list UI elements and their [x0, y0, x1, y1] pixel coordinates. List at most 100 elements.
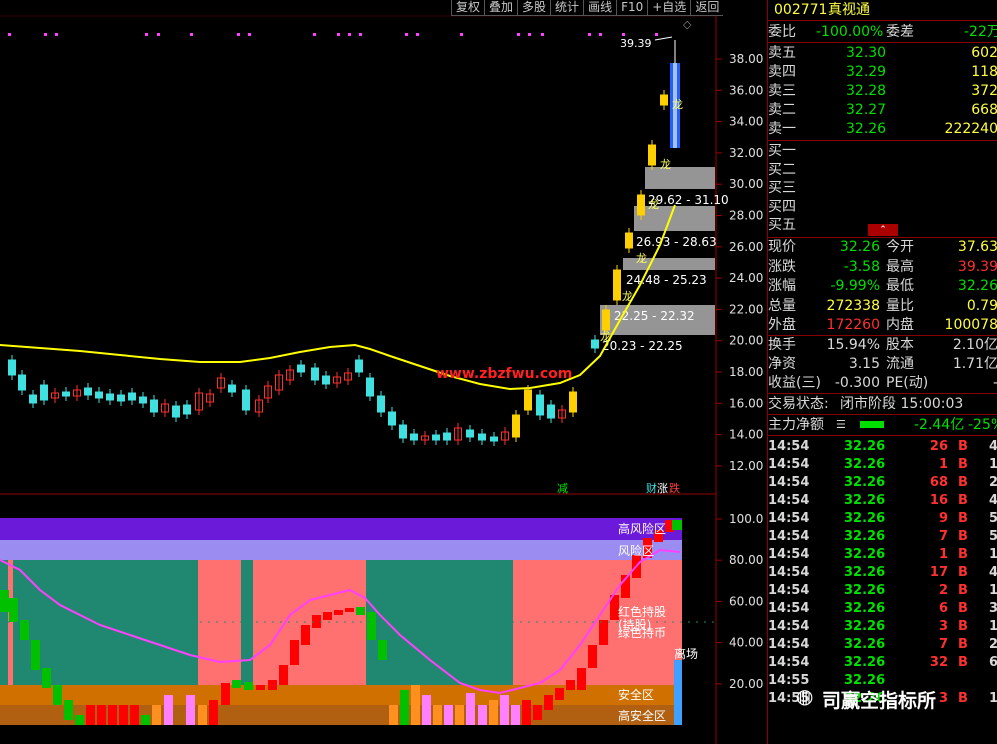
- stat-row: 涨幅 -9.99% 最低 32.26: [768, 277, 997, 295]
- tick-volume: 1: [938, 457, 948, 472]
- tick-row: 14:54 32.26 2 B 1: [768, 582, 997, 600]
- toolbar-item[interactable]: 画线: [583, 0, 617, 16]
- candle-body: [106, 393, 114, 401]
- tick-row: 14:54 32.26 32 B 6: [768, 654, 997, 672]
- kline-chart[interactable]: 38.00 36.00 34.00 32.00 30.00 28.00 26.00 24.00…: [0, 0, 767, 744]
- toolbar-item[interactable]: 多股: [517, 0, 551, 16]
- tick-row: 14:54 32.26 3 B 1: [768, 618, 997, 636]
- ask-price: 32.27: [846, 102, 887, 118]
- risk-bar: [232, 680, 241, 688]
- risk-bar: [511, 705, 520, 725]
- main-net-bar: [860, 421, 884, 428]
- tick-count: 4: [988, 439, 997, 454]
- stat-label: 涨跌: [768, 258, 796, 275]
- y-tick-label: 38.00: [729, 52, 763, 66]
- tick-time: 14:54: [768, 637, 810, 652]
- y-tick-label: 26.00: [729, 240, 763, 254]
- ask-volume: 372: [971, 83, 997, 99]
- bid-row[interactable]: 买三: [768, 179, 997, 197]
- ask-volume: 602: [971, 45, 997, 61]
- candle-body: [228, 384, 236, 393]
- candle-body: [377, 395, 385, 413]
- risk-bar: [290, 640, 299, 665]
- stat-value: -9.99%: [830, 278, 880, 294]
- tick-volume: 7: [938, 529, 948, 544]
- quote-panel: 002771 真视通 委比 -100.00% 委差 -22万 卖五 32.30 …: [767, 0, 997, 744]
- risk-bar: [400, 690, 409, 725]
- candlesticks: [8, 90, 668, 446]
- candle-body: [117, 394, 125, 402]
- tick-time: 14:54: [768, 511, 810, 526]
- candle-body: [478, 433, 486, 441]
- expand-icon[interactable]: ⌃: [868, 224, 898, 236]
- stat-value: 2.10亿: [952, 337, 997, 353]
- tick-time: 14:54: [768, 565, 810, 580]
- sub-y-tick-label: 60.00: [729, 594, 763, 608]
- risk-bar: [119, 705, 128, 725]
- risk-bar: [566, 680, 575, 690]
- candle-body: [322, 375, 330, 385]
- stat-label: 量比: [886, 297, 914, 314]
- ask-label: 卖五: [768, 45, 796, 61]
- ask-row[interactable]: 卖一 32.26 222240: [768, 120, 997, 138]
- toolbar-item[interactable]: F10: [616, 0, 648, 16]
- ask-row[interactable]: 卖四 32.29 118: [768, 63, 997, 81]
- candle-body: [40, 384, 48, 401]
- zone-label: 26.93 - 28.63: [636, 235, 717, 249]
- tick-side: B: [958, 637, 968, 652]
- toolbar-item[interactable]: 叠加: [484, 0, 518, 16]
- candle-body: [172, 405, 180, 418]
- tick-count: 4: [988, 493, 997, 508]
- risk-bar: [367, 612, 376, 640]
- bid-row[interactable]: 买二: [768, 161, 997, 179]
- tick-side: B: [958, 439, 968, 454]
- risk-bar: [301, 625, 310, 645]
- bid-row[interactable]: 买一: [768, 142, 997, 160]
- toolbar-item[interactable]: 返回: [690, 0, 724, 16]
- zone-label: 29.62 - 31.10: [648, 193, 729, 207]
- stat-row: 净资 3.15 流通 1.71亿: [768, 355, 997, 373]
- risk-bar: [42, 668, 51, 688]
- toolbar-item[interactable]: 复权: [451, 0, 485, 16]
- tick-time: 14:54: [768, 439, 810, 454]
- toolbar-item[interactable]: +自选: [647, 0, 691, 16]
- risk-bar: [478, 705, 487, 725]
- ask-row[interactable]: 卖二 32.27 668: [768, 101, 997, 119]
- ask-row[interactable]: 卖五 32.30 602: [768, 44, 997, 62]
- bid-row[interactable]: 买四: [768, 198, 997, 216]
- risk-bar: [544, 695, 553, 710]
- mark-finance: 财: [646, 481, 657, 495]
- stat-value: 1.71亿: [952, 356, 997, 372]
- tick-side: B: [958, 493, 968, 508]
- ask-volume: 222240: [944, 121, 997, 137]
- risk-bar: [244, 682, 253, 690]
- ask-label: 卖三: [768, 83, 796, 99]
- risk-bar: [221, 683, 230, 705]
- ask-row[interactable]: 卖三 32.28 372: [768, 82, 997, 100]
- stat-value: -3.58: [843, 258, 880, 275]
- toolbar-item[interactable]: 统计: [550, 0, 584, 16]
- list-icon[interactable]: ☰: [836, 416, 846, 434]
- candle-body: [490, 436, 498, 442]
- tick-time: 14:54: [768, 457, 810, 472]
- risk-bar: [31, 640, 40, 670]
- stat-row: 外盘 172260 内盘 100078: [768, 316, 997, 334]
- risk-bar: [9, 598, 18, 622]
- tick-row: 14:54 32.26 26 B 4: [768, 438, 997, 456]
- candle-body: [591, 339, 599, 349]
- tick-count: 1: [988, 583, 997, 598]
- y-tick-label: 18.00: [729, 365, 763, 379]
- candle-body: [648, 144, 656, 166]
- risk-bar: [500, 695, 509, 725]
- bid-label: 买五: [768, 217, 796, 233]
- candle-body: [355, 359, 363, 373]
- risk-bar: [268, 680, 277, 690]
- stat-row: 总量 272338 量比 0.79: [768, 297, 997, 315]
- committee-diff-label: 委差: [886, 24, 914, 40]
- risk-bar: [433, 705, 442, 725]
- tick-side: B: [958, 619, 968, 634]
- risk-bar: [599, 620, 608, 645]
- tick-side: B: [958, 583, 968, 598]
- risk-bar: [20, 620, 29, 640]
- dragon-label: 龙: [600, 330, 611, 343]
